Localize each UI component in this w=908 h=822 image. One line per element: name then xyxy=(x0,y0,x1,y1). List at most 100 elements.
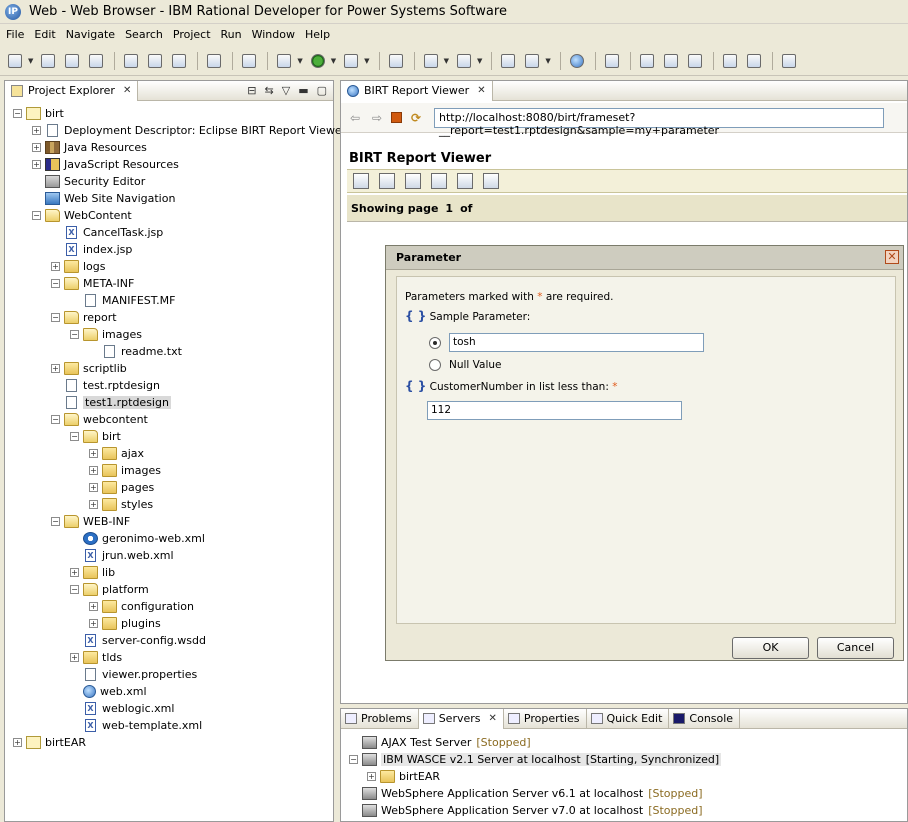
expand-icon[interactable]: + xyxy=(89,619,98,628)
new-project-icon[interactable] xyxy=(120,50,142,72)
web-service-dropdown-arrow[interactable]: ▼ xyxy=(477,57,482,65)
save-icon[interactable] xyxy=(37,50,59,72)
menu-navigate[interactable]: Navigate xyxy=(62,28,121,41)
debug-dropdown-arrow[interactable]: ▼ xyxy=(297,57,302,65)
tree-item[interactable]: − WEB-INF xyxy=(51,513,130,530)
build-icon[interactable] xyxy=(238,50,260,72)
new-package-icon[interactable] xyxy=(144,50,166,72)
menu-project[interactable]: Project xyxy=(169,28,217,41)
rocket-dropdown-arrow[interactable]: ▼ xyxy=(545,57,550,65)
server-row[interactable]: AJAX Test Server [Stopped] xyxy=(349,734,531,751)
expand-icon[interactable]: + xyxy=(70,568,79,577)
deploy-icon[interactable] xyxy=(497,50,519,72)
expand-icon[interactable]: + xyxy=(32,160,41,169)
tab-servers[interactable]: Servers ✕ xyxy=(418,708,504,729)
new-jsp-icon[interactable] xyxy=(636,50,658,72)
url-input[interactable]: http://localhost:8080/birt/frameset?__re… xyxy=(434,107,884,137)
tree-item[interactable]: − META-INF xyxy=(51,275,134,292)
tree-item[interactable]: − WebContent xyxy=(32,207,132,224)
new-server-dropdown-arrow[interactable]: ▼ xyxy=(444,57,449,65)
tree-item[interactable]: − webcontent xyxy=(51,411,148,428)
tree-item[interactable]: viewer.properties xyxy=(70,666,197,683)
tree-item[interactable]: + Deployment Descriptor: Eclipse BIRT Rep… xyxy=(32,122,346,139)
tree-item[interactable]: + JavaScript Resources xyxy=(32,156,179,173)
param1-null-radio[interactable] xyxy=(429,359,441,371)
expand-icon[interactable]: + xyxy=(32,126,41,135)
debug-icon[interactable] xyxy=(273,50,295,72)
tree-item[interactable]: geronimo-web.xml xyxy=(70,530,205,547)
new-icon[interactable] xyxy=(4,50,26,72)
collapse-icon[interactable]: − xyxy=(349,755,358,764)
forward-arrow-icon[interactable]: ⇨ xyxy=(369,110,385,126)
close-icon[interactable]: ✕ xyxy=(477,85,485,96)
menu-window[interactable]: Window xyxy=(248,28,301,41)
server-row[interactable]: − IBM WASCE v2.1 Server at localhost [Star… xyxy=(349,751,722,768)
tree-item[interactable]: readme.txt xyxy=(89,343,182,360)
tree-item[interactable]: − birt xyxy=(13,105,64,122)
expand-icon[interactable]: + xyxy=(89,500,98,509)
new-filter-icon[interactable] xyxy=(684,50,706,72)
cancel-button[interactable]: Cancel xyxy=(817,637,894,659)
open-browser-icon[interactable] xyxy=(566,50,588,72)
tree-item[interactable]: test.rptdesign xyxy=(51,377,160,394)
ok-button[interactable]: OK xyxy=(732,637,809,659)
refresh-icon[interactable]: ⟳ xyxy=(408,110,424,126)
tree-item[interactable]: + tlds xyxy=(70,649,122,666)
run-icon[interactable] xyxy=(307,50,329,72)
tree-item[interactable]: web.xml xyxy=(70,683,147,700)
expand-icon[interactable]: + xyxy=(32,143,41,152)
expand-icon[interactable]: + xyxy=(89,466,98,475)
tree-item[interactable]: − images xyxy=(70,326,142,343)
menu-help[interactable]: Help xyxy=(301,28,336,41)
collapse-icon[interactable]: − xyxy=(32,211,41,220)
new-image-icon[interactable] xyxy=(719,50,741,72)
tab-problems[interactable]: Problems xyxy=(341,708,419,729)
link-with-editor-icon[interactable]: ⇆ xyxy=(265,84,274,97)
new-dropdown-arrow[interactable]: ▼ xyxy=(28,57,33,65)
tab-console[interactable]: Console xyxy=(669,708,741,729)
collapse-icon[interactable]: − xyxy=(70,432,79,441)
tree-item[interactable]: Xweb-template.xml xyxy=(70,717,202,734)
external-tools-dropdown-arrow[interactable]: ▼ xyxy=(364,57,369,65)
tab-quick-edit[interactable]: Quick Edit xyxy=(587,708,670,729)
parameters-icon[interactable] xyxy=(379,173,395,189)
menu-search[interactable]: Search xyxy=(121,28,169,41)
tab-birt-report-viewer[interactable]: BIRT Report Viewer ✕ xyxy=(341,80,493,101)
collapse-icon[interactable]: − xyxy=(51,415,60,424)
new-servlet-icon[interactable] xyxy=(660,50,682,72)
expand-icon[interactable]: + xyxy=(89,602,98,611)
server-row[interactable]: + birtEAR xyxy=(367,768,440,785)
tree-item[interactable]: + plugins xyxy=(89,615,161,632)
collapse-icon[interactable]: − xyxy=(13,109,22,118)
stop-icon[interactable] xyxy=(391,112,402,123)
collapse-icon[interactable]: − xyxy=(51,279,60,288)
tree-item[interactable]: + styles xyxy=(89,496,153,513)
collapse-all-icon[interactable]: ⊟ xyxy=(247,84,256,97)
maximize-icon[interactable]: ▢ xyxy=(317,84,327,97)
menu-file[interactable]: File xyxy=(2,28,30,41)
close-icon[interactable]: ✕ xyxy=(123,85,131,96)
tree-item[interactable]: − report xyxy=(51,309,117,326)
view-menu-icon[interactable]: ▽ xyxy=(282,84,290,97)
collapse-icon[interactable]: − xyxy=(70,330,79,339)
server-row[interactable]: WebSphere Application Server v7.0 at loc… xyxy=(349,802,703,819)
expand-icon[interactable]: + xyxy=(51,262,60,271)
dialog-close-icon[interactable]: ✕ xyxy=(885,250,899,264)
tree-item[interactable]: Xjrun.web.xml xyxy=(70,547,174,564)
tab-project-explorer[interactable]: Project Explorer ✕ xyxy=(5,80,139,101)
expand-icon[interactable]: + xyxy=(367,772,376,781)
tree-item[interactable]: − platform xyxy=(70,581,149,598)
save-all-icon[interactable] xyxy=(61,50,83,72)
expand-icon[interactable]: + xyxy=(89,449,98,458)
export-report-icon[interactable] xyxy=(431,173,447,189)
tree-item[interactable]: X CancelTask.jsp xyxy=(51,224,163,241)
server-row[interactable]: WebSphere Application Server v6.1 at loc… xyxy=(349,785,703,802)
print-server-icon[interactable] xyxy=(483,173,499,189)
web-service-icon[interactable] xyxy=(453,50,475,72)
tree-item[interactable]: + pages xyxy=(89,479,154,496)
expand-icon[interactable]: + xyxy=(13,738,22,747)
tree-item[interactable]: + ajax xyxy=(89,445,144,462)
param1-value-radio[interactable] xyxy=(429,337,441,349)
param1-input[interactable]: tosh xyxy=(449,333,704,352)
param2-input[interactable]: 112 xyxy=(427,401,682,420)
